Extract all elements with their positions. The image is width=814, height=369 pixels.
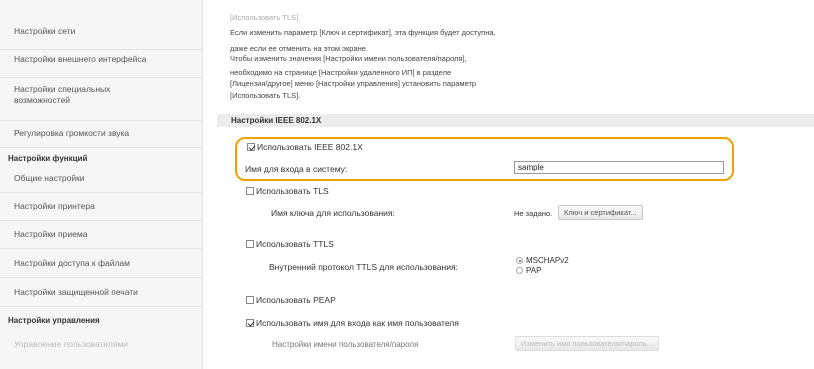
ttls-option-label: MSCHAPv2 [526,256,569,265]
use-tls-checkbox[interactable] [246,187,254,195]
ttls-protocol-label: Внутренний протокол TTLS для использован… [269,262,458,272]
sidebar-item-user-management[interactable]: Управление пользователями [0,339,202,359]
sidebar-item-accessibility[interactable]: Настройки специальных возможностей [0,84,150,120]
section-title-ieee8021x: Настройки IEEE 802.1X [217,114,814,127]
sidebar-section-functions: Настройки функций [8,154,88,163]
sidebar-item-file-access[interactable]: Настройки доступа к файлам [0,258,202,278]
use-ttls-row[interactable]: Использовать TTLS [246,239,334,249]
notice-line: [Лицензия/другое] меню [Настройки управл… [230,79,477,88]
sidebar-item-label: Настройки защищенной печати [14,287,138,297]
sidebar-item-label: Управление пользователями [14,339,129,349]
ttls-option-label: PAP [526,266,542,275]
radio-icon[interactable] [516,257,523,264]
use-login-as-user-label: Использовать имя для входа как имя польз… [256,318,459,328]
sidebar-item-secure-print[interactable]: Настройки защищенной печати [0,287,202,307]
sidebar-section-management: Настройки управления [8,316,100,325]
use-ttls-checkbox[interactable] [246,240,254,248]
change-user-button[interactable]: Изменить имя пользователя/пароль... [515,336,659,351]
sidebar-item-printer-settings[interactable]: Настройки принтера [0,201,202,221]
sidebar-item-receive-settings[interactable]: Настройки приема [0,229,202,249]
sidebar-item-label: Настройки доступа к файлам [14,258,130,268]
highlight-outline [235,137,734,181]
sidebar-item-volume[interactable]: Регулировка громкости звука [0,128,202,148]
key-name-label: Имя ключа для использования: [271,208,395,218]
sidebar: Настройки сети Настройки внешнего интерф… [0,0,203,369]
user-settings-label: Настройки имени пользователя/пароля [272,340,419,349]
sidebar-item-label: Настройки приема [14,229,88,239]
sidebar-item-label: Настройки внешнего интерфейса [14,54,147,64]
use-tls-label: Использовать TLS [256,186,329,196]
use-login-as-user-row[interactable]: Использовать имя для входа как имя польз… [246,318,459,328]
sidebar-item-network-settings[interactable]: Настройки сети [0,26,202,50]
use-peap-label: Использовать PEAP [256,295,336,305]
ttls-option-mschapv2[interactable]: MSCHAPv2 [516,256,569,265]
notice-line: Если изменить параметр [Ключ и сертифика… [230,28,496,37]
ttls-option-pap[interactable]: PAP [516,266,541,275]
use-ttls-label: Использовать TTLS [256,239,334,249]
key-name-value: Не задано. [514,209,553,218]
notice-line: даже если ее отменить на этом экране. [230,44,369,53]
sidebar-item-label: Регулировка громкости звука [14,128,130,138]
sidebar-item-label: Общие настройки [14,173,85,183]
use-peap-row[interactable]: Использовать PEAP [246,295,336,305]
sidebar-item-general-settings[interactable]: Общие настройки [0,173,202,193]
radio-icon[interactable] [516,267,523,274]
notice-line: Чтобы изменить значения [Настройки имени… [230,54,467,63]
use-tls-row[interactable]: Использовать TLS [246,186,329,196]
sidebar-item-label: Настройки специальных возможностей [14,84,111,105]
sidebar-divider [0,120,202,121]
use-peap-checkbox[interactable] [246,296,254,304]
key-certificate-button[interactable]: Ключ и сертификат... [558,205,643,220]
notice-line: необходимо на странице [Настройки удален… [230,68,452,77]
notice-line: [Использовать TLS]. [230,13,301,22]
sidebar-item-external-interface[interactable]: Настройки внешнего интерфейса [0,54,202,78]
sidebar-item-label: Настройки принтера [14,201,95,211]
main-panel: [Использовать TLS]. Если изменить параме… [202,0,814,369]
sidebar-item-label: Настройки сети [14,26,76,36]
notice-line: [Использовать TLS]. [230,91,301,100]
use-login-as-user-checkbox[interactable] [246,319,254,327]
